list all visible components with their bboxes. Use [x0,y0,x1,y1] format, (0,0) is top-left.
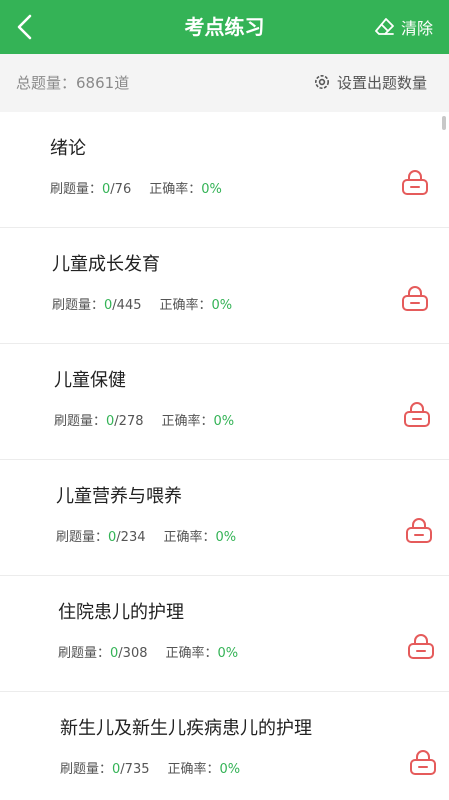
done-label: 刷题量： [50,182,103,197]
accuracy-stat: 正确率：0% [164,526,237,545]
total-value: 6861道 [76,73,130,92]
top-bar: 考点练习 清除 [0,0,449,54]
gear-icon [314,75,329,89]
total-questions: /735 [120,762,150,777]
topic-title: 住院患儿的护理 [58,602,184,623]
done-label: 刷题量： [58,646,111,661]
accuracy-value: 0% [215,530,237,545]
total-questions: /445 [112,298,142,313]
done-stat: 刷题量：0/234 [56,526,146,545]
lock-icon [402,286,428,311]
topic-title: 儿童保健 [54,370,126,391]
accuracy-stat: 正确率：0% [149,178,222,197]
done-label: 刷题量： [56,530,109,545]
clear-label: 清除 [400,19,433,38]
done-stat: 刷题量：0/76 [50,178,131,197]
list-item[interactable]: 绪论 刷题量：0/76 正确率：0% [0,112,449,228]
accuracy-label: 正确率： [163,530,216,545]
topic-stats: 刷题量：0/278 正确率：0% [54,410,234,429]
accuracy-value: 0% [213,414,235,429]
done-label: 刷题量： [54,414,107,429]
list-item[interactable]: 儿童营养与喂养 刷题量：0/234 正确率：0% [0,460,449,576]
clear-button[interactable]: 清除 [375,12,433,42]
settings-label: 设置出题数量 [336,73,427,92]
total-questions: /234 [116,530,146,545]
accuracy-value: 0% [201,182,222,197]
done-label: 刷题量： [60,762,113,777]
lock-icon [404,402,430,427]
back-button[interactable] [6,8,44,46]
list-item[interactable]: 住院患儿的护理 刷题量：0/308 正确率：0% [0,576,449,692]
accuracy-value: 0% [219,762,241,777]
total-questions: /76 [110,182,132,197]
eraser-icon [375,18,394,35]
accuracy-stat: 正确率：0% [166,642,239,661]
list-item[interactable]: 儿童保健 刷题量：0/278 正确率：0% [0,344,449,460]
accuracy-value: 0% [217,646,239,661]
accuracy-stat: 正确率：0% [160,294,233,313]
accuracy-stat: 正确率：0% [168,758,241,777]
chevron-left-icon [17,14,32,40]
topic-list: 绪论 刷题量：0/76 正确率：0% 儿童成长发育 刷题量：0/445 正确率：… [0,112,449,800]
app-screen: 考点练习 清除 总题量：6861道 设置出题数量 绪论 刷题量：0/76 正确率… [0,0,449,800]
lock-icon [406,518,432,543]
done-stat: 刷题量：0/308 [58,642,148,661]
total-questions: /308 [118,646,148,661]
lock-icon [402,170,428,195]
list-item[interactable]: 儿童成长发育 刷题量：0/445 正确率：0% [0,228,449,344]
total-count: 总题量：6861道 [16,72,129,93]
accuracy-label: 正确率： [165,646,218,661]
accuracy-label: 正确率： [149,182,202,197]
set-question-count-button[interactable]: 设置出题数量 [313,72,427,93]
accuracy-label: 正确率： [161,414,214,429]
total-label: 总题量： [16,73,77,92]
topic-stats: 刷题量：0/234 正确率：0% [56,526,236,545]
done-stat: 刷题量：0/735 [60,758,150,777]
topic-title: 绪论 [50,138,86,159]
done-stat: 刷题量：0/445 [52,294,142,313]
accuracy-stat: 正确率：0% [162,410,235,429]
total-questions: /278 [114,414,144,429]
scrollbar[interactable] [442,116,446,130]
accuracy-label: 正确率： [167,762,220,777]
lock-icon [410,750,436,775]
accuracy-label: 正确率： [159,298,212,313]
done-label: 刷题量： [52,298,105,313]
accuracy-value: 0% [211,298,233,313]
topic-title: 儿童成长发育 [52,254,160,275]
topic-stats: 刷题量：0/445 正确率：0% [52,294,232,313]
list-item[interactable]: 新生儿及新生儿疾病患儿的护理 刷题量：0/735 正确率：0% [0,692,449,800]
lock-icon [408,634,434,659]
topic-title: 新生儿及新生儿疾病患儿的护理 [60,718,312,739]
topic-stats: 刷题量：0/308 正确率：0% [58,642,238,661]
done-stat: 刷题量：0/278 [54,410,144,429]
summary-bar: 总题量：6861道 设置出题数量 [0,54,449,110]
topic-stats: 刷题量：0/76 正确率：0% [50,178,222,197]
topic-title: 儿童营养与喂养 [56,486,182,507]
topic-stats: 刷题量：0/735 正确率：0% [60,758,240,777]
